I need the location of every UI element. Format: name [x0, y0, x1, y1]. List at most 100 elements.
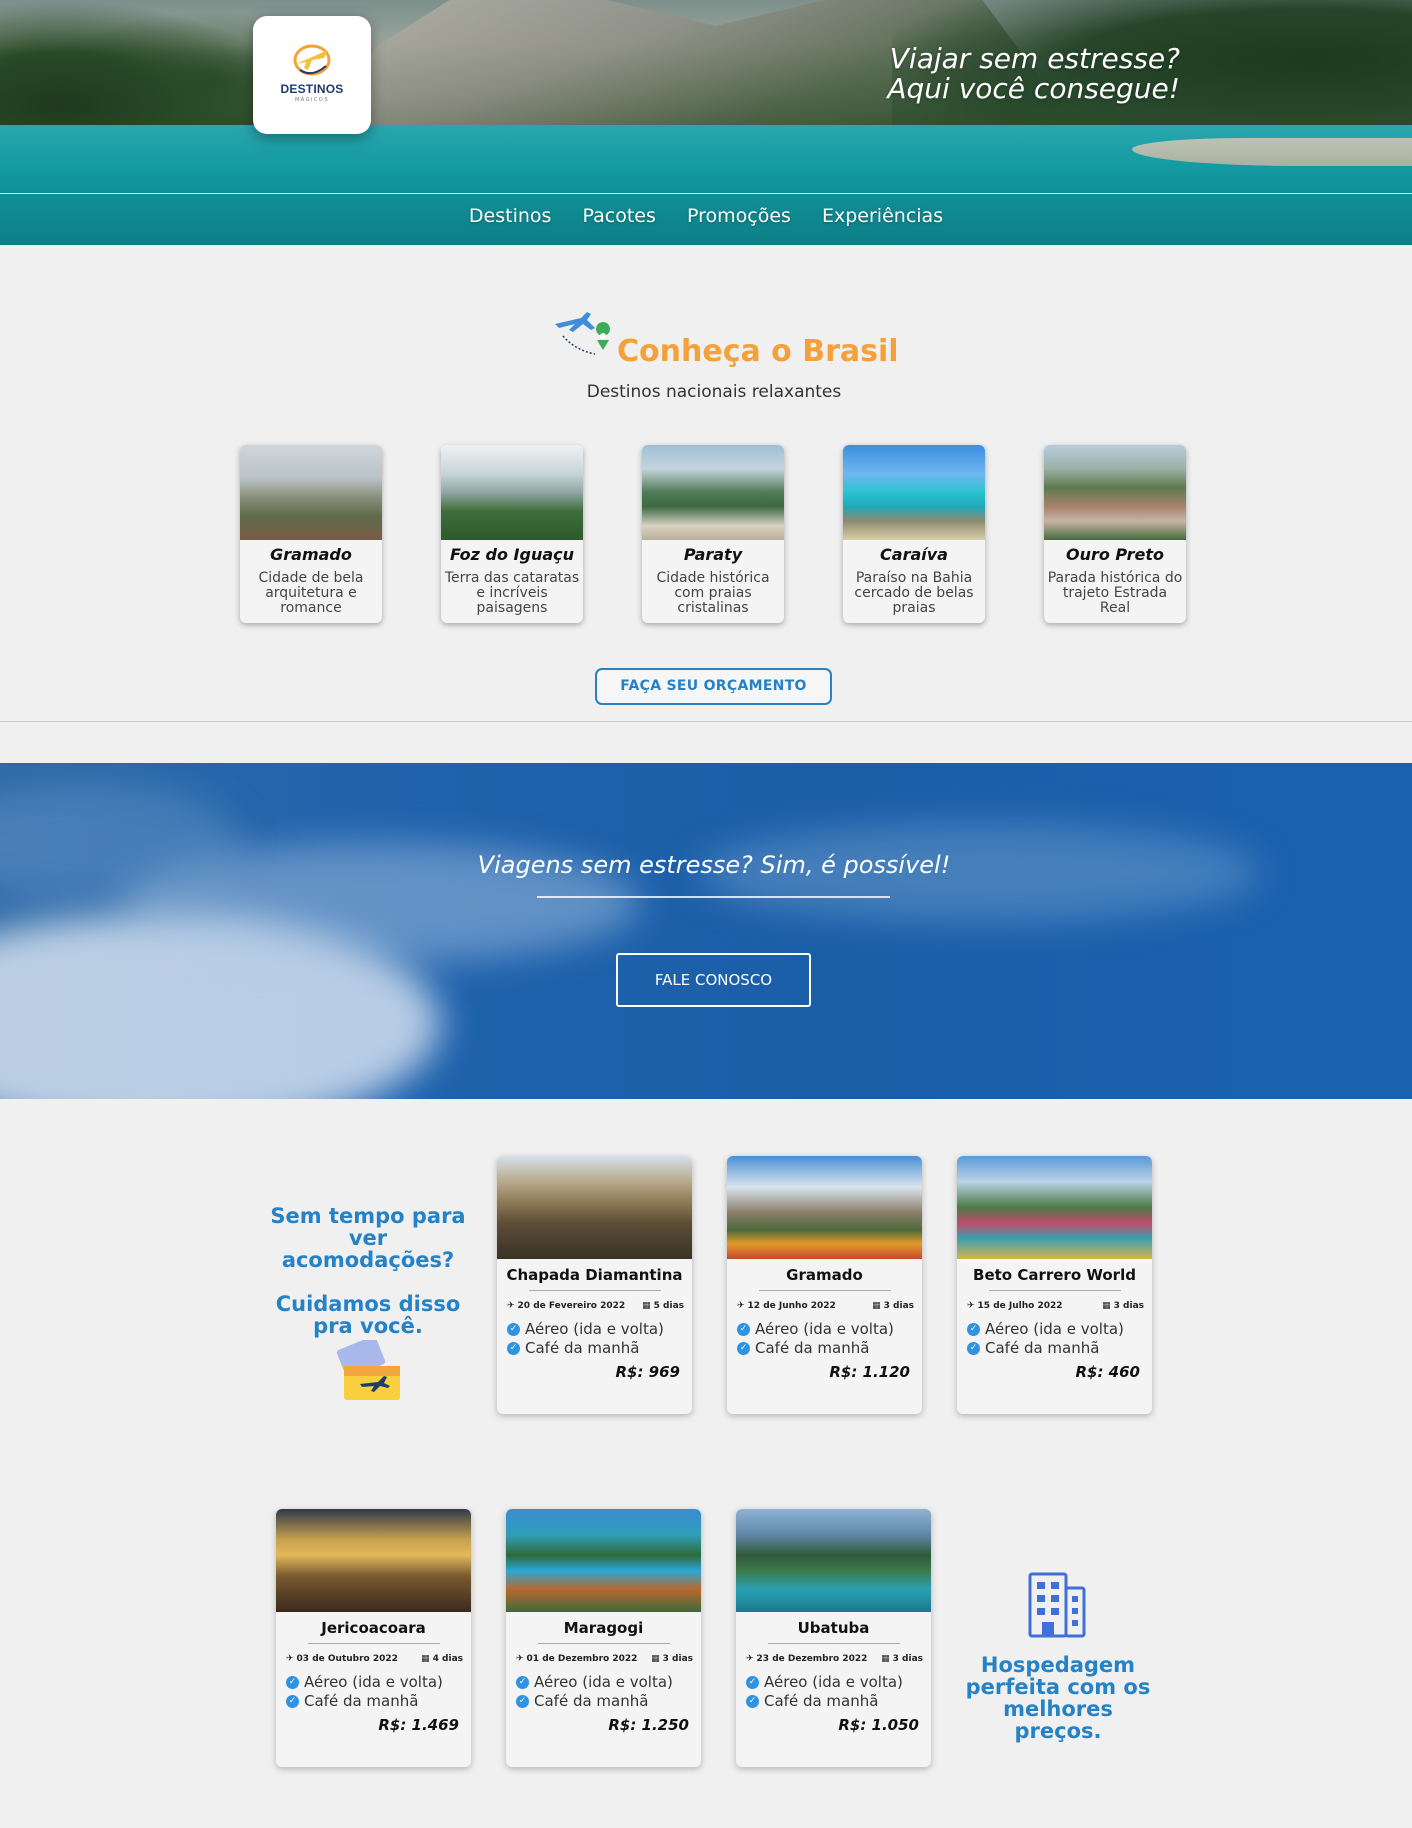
check-icon: ✓ — [286, 1695, 299, 1708]
package-days: 3 dias — [892, 1654, 923, 1664]
package-name: Chapada Diamantina — [506, 1266, 683, 1284]
side-text-accommodations: Sem tempo para ver acomodações? Cuidamos… — [263, 1205, 473, 1337]
plane-route-icon — [555, 312, 611, 355]
destination-name: Gramado — [270, 545, 352, 564]
package-price: R$: 969 — [615, 1363, 680, 1381]
package-date: 23 de Dezembro 2022 — [756, 1654, 868, 1664]
nav-promocoes[interactable]: Promoções — [687, 205, 791, 227]
logo-plane-icon — [293, 44, 331, 76]
package-name: Beto Carrero World — [973, 1266, 1136, 1284]
check-icon: ✓ — [746, 1695, 759, 1708]
side-text-hotel: Hospedagem perfeita com os melhores preç… — [965, 1653, 1151, 1743]
plane-icon: ✈ — [737, 1301, 745, 1311]
destination-card-foz[interactable]: Foz do Iguaçu Terra das cataratas e incr… — [441, 445, 583, 623]
hero-tagline: Viajar sem estresse? Aqui você consegue! — [820, 44, 1180, 104]
destination-card-gramado[interactable]: Gramado Cidade de bela arquitetura e rom… — [240, 445, 382, 623]
logo-name: DESTINOS — [280, 82, 344, 96]
destination-photo — [642, 445, 784, 540]
package-card-gramado[interactable]: Gramado ✈ 12 de Junho 2022 ▦ 3 dias ✓ Aéreo… — [727, 1156, 922, 1414]
side-text-line-1: Sem tempo para ver acomodações? — [270, 1204, 466, 1272]
package-photo — [736, 1509, 931, 1612]
calendar-icon: ▦ — [1102, 1301, 1111, 1311]
package-photo — [497, 1156, 692, 1259]
package-divider — [988, 1290, 1121, 1291]
feature-breakfast: Café da manhã — [534, 1692, 649, 1710]
package-name: Ubatuba — [797, 1619, 870, 1637]
package-date: 01 de Dezembro 2022 — [526, 1654, 638, 1664]
feature-breakfast: Café da manhã — [755, 1339, 870, 1357]
feature-flight: Aéreo (ida e volta) — [525, 1320, 664, 1338]
banner-text: Viagens sem estresse? Sim, é possível! — [477, 851, 951, 879]
logo-subtitle: MÁGICOS — [294, 97, 330, 103]
package-divider — [758, 1290, 891, 1291]
package-price: R$: 1.250 — [608, 1716, 689, 1734]
check-icon: ✓ — [516, 1695, 529, 1708]
check-icon: ✓ — [746, 1676, 759, 1689]
package-days: 4 dias — [432, 1654, 463, 1664]
package-card-ubatuba[interactable]: Ubatuba ✈ 23 de Dezembro 2022 ▦ 3 dias ✓ Aé… — [736, 1509, 931, 1767]
package-photo — [727, 1156, 922, 1259]
destination-desc: Paraíso na Bahia cercado de belas praias — [854, 570, 974, 616]
package-date: 03 de Outubro 2022 — [296, 1654, 398, 1664]
site-logo[interactable]: DESTINOS MÁGICOS — [253, 16, 371, 134]
feature-breakfast: Café da manhã — [304, 1692, 419, 1710]
destination-photo — [1044, 445, 1186, 540]
ticket-icon — [336, 1340, 400, 1400]
destination-card-caraiva[interactable]: Caraíva Paraíso na Bahia cercado de bela… — [843, 445, 985, 623]
package-days: 3 dias — [662, 1654, 693, 1664]
destination-card-paraty[interactable]: Paraty Cidade histórica com praias crist… — [642, 445, 784, 623]
nav-destinos[interactable]: Destinos — [469, 205, 552, 227]
feature-breakfast: Café da manhã — [525, 1339, 640, 1357]
feature-breakfast: Café da manhã — [764, 1692, 879, 1710]
package-card-chapada[interactable]: Chapada Diamantina ✈ 20 de Fevereiro 2022… — [497, 1156, 692, 1414]
package-name: Jericoacoara — [321, 1619, 426, 1637]
destination-name: Paraty — [683, 545, 743, 564]
section-divider — [0, 721, 1412, 722]
contact-button[interactable]: FALE CONOSCO — [616, 953, 811, 1007]
destination-name: Caraíva — [880, 545, 948, 564]
quote-button[interactable]: FAÇA SEU ORÇAMENTO — [595, 668, 832, 705]
package-card-jericoacoara[interactable]: Jericoacoara ✈ 03 de Outubro 2022 ▦ 4 dias… — [276, 1509, 471, 1767]
hero-banner: DESTINOS MÁGICOS Viajar sem estresse? Aq… — [0, 0, 1412, 245]
destination-desc: Cidade histórica com praias cristalinas — [656, 570, 770, 616]
package-days: 3 dias — [1113, 1301, 1144, 1311]
destination-desc: Cidade de bela arquitetura e romance — [258, 570, 364, 616]
check-icon: ✓ — [967, 1342, 980, 1355]
destination-photo — [843, 445, 985, 540]
package-name: Maragogi — [563, 1619, 644, 1637]
check-icon: ✓ — [516, 1676, 529, 1689]
nav-pacotes[interactable]: Pacotes — [583, 205, 656, 227]
package-price: R$: 1.050 — [838, 1716, 919, 1734]
tagline-line-1: Viajar sem estresse? — [889, 42, 1180, 75]
plane-icon: ✈ — [746, 1654, 754, 1664]
check-icon: ✓ — [967, 1323, 980, 1336]
hero-nav-line — [0, 193, 1412, 194]
package-price: R$: 1.120 — [829, 1363, 910, 1381]
package-date: 15 de Julho 2022 — [977, 1301, 1063, 1311]
section-title-brasil: Conheça o Brasil — [617, 334, 899, 369]
check-icon: ✓ — [507, 1342, 520, 1355]
nav-experiencias[interactable]: Experiências — [822, 205, 943, 227]
package-divider — [537, 1643, 670, 1644]
tagline-line-2: Aqui você consegue! — [887, 72, 1180, 105]
package-price: R$: 460 — [1075, 1363, 1140, 1381]
destination-desc: Terra das cataratas e incríveis paisagen… — [444, 570, 580, 616]
destination-name: Ouro Preto — [1065, 545, 1165, 564]
calendar-icon: ▦ — [881, 1654, 890, 1664]
package-divider — [528, 1290, 661, 1291]
banner-underline — [537, 896, 890, 898]
calendar-icon: ▦ — [421, 1654, 430, 1664]
destination-name: Foz do Iguaçu — [449, 545, 575, 564]
check-icon: ✓ — [507, 1323, 520, 1336]
package-card-beto-carrero[interactable]: Beto Carrero World ✈ 15 de Julho 2022 ▦ 3 … — [957, 1156, 1152, 1414]
package-name: Gramado — [786, 1266, 863, 1284]
calendar-icon: ▦ — [642, 1301, 651, 1311]
destination-photo — [441, 445, 583, 540]
destination-card-ouro-preto[interactable]: Ouro Preto Parada histórica do trajeto E… — [1044, 445, 1186, 623]
feature-flight: Aéreo (ida e volta) — [755, 1320, 894, 1338]
package-card-maragogi[interactable]: Maragogi ✈ 01 de Dezembro 2022 ▦ 3 dias ✓ A… — [506, 1509, 701, 1767]
package-photo — [276, 1509, 471, 1612]
package-divider — [767, 1643, 900, 1644]
calendar-icon: ▦ — [872, 1301, 881, 1311]
package-days: 5 dias — [653, 1301, 684, 1311]
